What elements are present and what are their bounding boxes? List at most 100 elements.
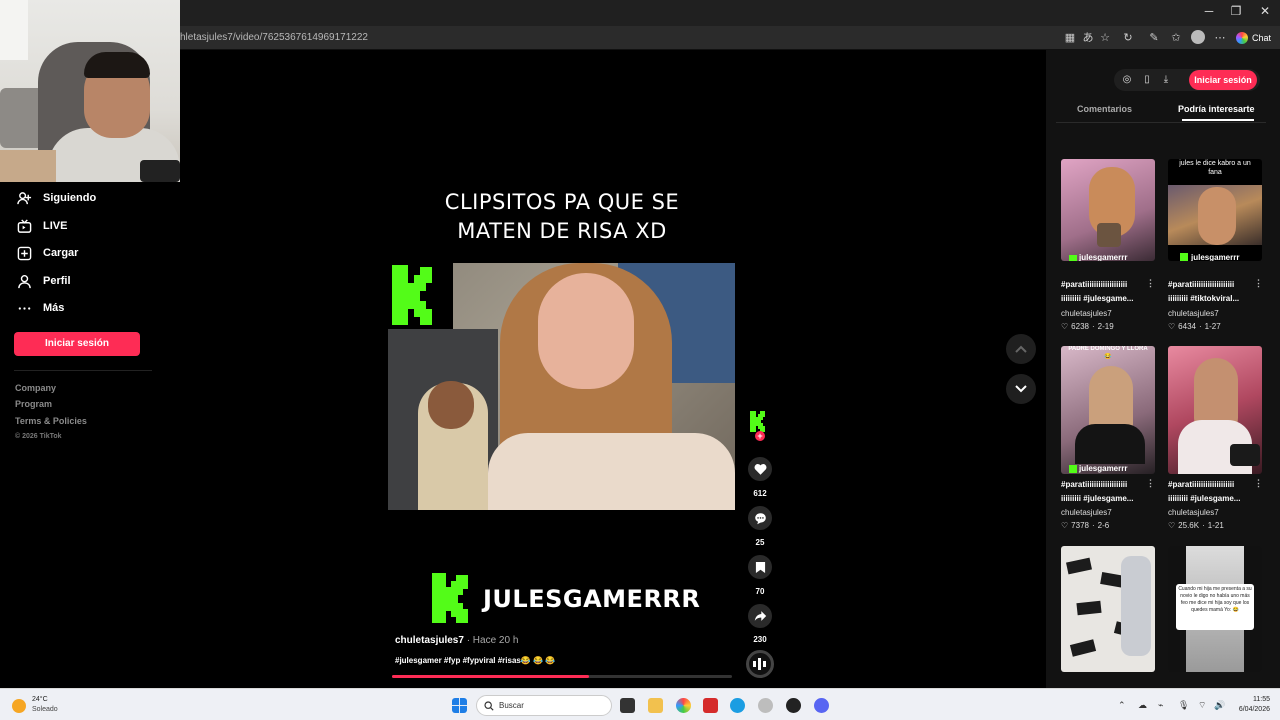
onedrive-icon[interactable]: ☁ xyxy=(1138,700,1147,711)
download-icon[interactable]: ⤓ xyxy=(1159,73,1173,87)
chevron-up-icon[interactable]: ⌃ xyxy=(1118,700,1126,711)
thumb-title[interactable]: iiiiiiiii #julesgame... xyxy=(1061,492,1159,505)
video-title-line: MATEN DE RISA XD xyxy=(457,219,667,243)
video-progress-bar[interactable] xyxy=(392,675,732,678)
thumb-overlay-text: PADRE DOMINGO Y LLORA😂 xyxy=(1068,346,1148,360)
music-disc-icon[interactable] xyxy=(746,650,774,678)
thumb-title[interactable]: iiiiiiiii #tiktokviral... xyxy=(1168,292,1266,305)
video-thumbnail[interactable]: PADRE DOMINGO Y LLORA😂 julesgamerrr xyxy=(1061,346,1155,474)
video-thumbnail[interactable]: Cuando mi hija me presenta a su novio le… xyxy=(1168,546,1262,672)
thumb-meta: ♡ 6434 · 1-27 xyxy=(1168,322,1221,331)
video-caption[interactable]: #julesgamer #fyp #fypviral #risas😂 😂 😂 xyxy=(395,656,555,665)
sidebar-item-perfil[interactable]: Perfil xyxy=(16,271,71,291)
sidebar-item-cargar[interactable]: Cargar xyxy=(16,243,78,263)
address-bar[interactable]: hletasjules7/video/7625367614969171222 ▦… xyxy=(0,26,1280,50)
sidebar-item-mas[interactable]: Más xyxy=(16,298,64,318)
edge-browser-icon[interactable] xyxy=(730,698,745,713)
thumb-date: 1-21 xyxy=(1207,521,1224,530)
favorite-star-icon[interactable]: ☆ xyxy=(1097,30,1113,46)
like-count: 612 xyxy=(753,489,767,498)
video-thumbnail[interactable] xyxy=(1061,546,1155,672)
volume-icon[interactable]: 🔊 xyxy=(1214,700,1225,711)
compass-icon[interactable]: ◎ xyxy=(1120,73,1134,87)
tab-comments[interactable]: Comentarios xyxy=(1077,104,1132,114)
thumb-shirt xyxy=(1075,424,1145,464)
thumb-title[interactable]: iiiiiiiii #julesgame... xyxy=(1168,492,1266,505)
thumb-title[interactable]: iiiiiiiii #julesgame... xyxy=(1061,292,1159,305)
thumb-user[interactable]: chuletasjules7 xyxy=(1061,309,1112,318)
like-button[interactable] xyxy=(748,457,772,481)
comment-icon xyxy=(754,512,766,524)
extensions-icon[interactable]: ✎ xyxy=(1146,30,1162,46)
previous-video-button[interactable] xyxy=(1006,334,1036,364)
thumb-watermark: julesgamerrr xyxy=(1079,464,1128,473)
video-thumbnail[interactable] xyxy=(1168,346,1262,474)
graduation-cap xyxy=(1069,639,1097,657)
video-author-line: chuletasjules7 · Hace 20 h xyxy=(395,635,518,646)
video-title: CLIPSITOS PA QUE SE MATEN DE RISA XD xyxy=(388,188,736,246)
channel-name-overlay: JULESGAMERRR xyxy=(483,585,701,613)
footer-link-company[interactable]: Company xyxy=(15,383,56,393)
wifi-icon[interactable]: ⌔ xyxy=(1198,700,1206,711)
footer-link-program[interactable]: Program xyxy=(15,399,52,409)
follow-plus-icon[interactable]: + xyxy=(755,431,765,441)
next-video-button[interactable] xyxy=(1006,374,1036,404)
sun-icon[interactable] xyxy=(12,699,26,713)
thumb-meta: ♡ 7378 · 2-6 xyxy=(1061,521,1109,530)
url-text[interactable]: hletasjules7/video/7625367614969171222 xyxy=(180,32,368,43)
login-button[interactable]: Iniciar sesión xyxy=(14,332,140,356)
wps-office-icon[interactable] xyxy=(703,698,718,713)
login-button[interactable]: Iniciar sesión xyxy=(1189,70,1257,90)
windows-start-icon[interactable] xyxy=(452,698,467,713)
grid-icon[interactable]: ▦ xyxy=(1062,30,1078,46)
author-handle[interactable]: chuletasjules7 xyxy=(395,635,464,646)
browser-menu-icon[interactable]: ⋯ xyxy=(1212,30,1228,46)
share-button[interactable] xyxy=(748,604,772,628)
comment-button[interactable] xyxy=(748,506,772,530)
system-clock[interactable]: 11:55 6/04/2026 xyxy=(1230,695,1270,715)
network-icon[interactable]: ⌁ xyxy=(1158,700,1163,711)
thumb-user[interactable]: chuletasjules7 xyxy=(1168,508,1219,517)
weather-description[interactable]: Soleado xyxy=(32,706,58,713)
minimize-icon[interactable]: ─ xyxy=(1194,4,1224,18)
video-thumbnail[interactable]: jules le dice kabro a un fana julesgamer… xyxy=(1168,159,1262,261)
sidebar-item-live[interactable]: LIVE xyxy=(16,216,67,236)
maximize-icon[interactable]: ❐ xyxy=(1221,4,1251,18)
thumb-dog xyxy=(1097,223,1121,247)
taskbar-search-input[interactable]: Buscar xyxy=(476,695,612,716)
thumb-likes: 6434 xyxy=(1178,322,1196,331)
meta-separator: · xyxy=(1091,322,1095,331)
more-options-icon[interactable]: ⋮ xyxy=(1146,278,1155,289)
copilot-app-icon[interactable] xyxy=(676,698,691,713)
thumb-title[interactable]: #paratiiiiiiiiiiiiiiiiiii xyxy=(1168,278,1266,291)
copilot-chat-button[interactable]: Chat xyxy=(1236,29,1271,46)
task-view-icon[interactable] xyxy=(620,698,635,713)
translate-icon[interactable]: あ xyxy=(1080,30,1096,46)
favorites-icon[interactable]: ✩ xyxy=(1168,30,1184,46)
refresh-extension-icon[interactable]: ↻ xyxy=(1120,30,1136,46)
browser-profile-icon[interactable] xyxy=(1191,30,1205,44)
more-options-icon[interactable]: ⋮ xyxy=(1146,478,1155,489)
weather-temperature[interactable]: 24°C xyxy=(32,696,48,703)
discord-icon[interactable] xyxy=(814,698,829,713)
save-button[interactable] xyxy=(748,555,772,579)
thumb-title[interactable]: #paratiiiiiiiiiiiiiiiiiii xyxy=(1168,478,1266,491)
obs-studio-icon[interactable] xyxy=(786,698,801,713)
footer-link-terms[interactable]: Terms & Policies xyxy=(15,416,87,426)
thumb-title[interactable]: #paratiiiiiiiiiiiiiiiiiii xyxy=(1061,478,1159,491)
close-icon[interactable]: ✕ xyxy=(1250,4,1280,18)
mobile-icon[interactable]: ▯ xyxy=(1140,73,1154,87)
more-options-icon[interactable]: ⋮ xyxy=(1254,478,1263,489)
thumb-title[interactable]: #paratiiiiiiiiiiiiiiiiiii xyxy=(1061,278,1159,291)
settings-app-icon[interactable] xyxy=(758,698,773,713)
woman-shirt xyxy=(488,433,735,510)
thumb-user[interactable]: chuletasjules7 xyxy=(1168,309,1219,318)
microphone-icon[interactable]: 🎙 xyxy=(1178,700,1189,711)
sidebar-item-siguiendo[interactable]: Siguiendo xyxy=(16,188,96,208)
thumb-user[interactable]: chuletasjules7 xyxy=(1061,508,1112,517)
more-options-icon[interactable]: ⋮ xyxy=(1254,278,1263,289)
post-time: · Hace 20 h xyxy=(466,635,519,646)
video-thumbnail[interactable]: julesgamerrr xyxy=(1061,159,1155,261)
tab-recommended[interactable]: Podría interesarte xyxy=(1178,104,1255,114)
file-explorer-icon[interactable] xyxy=(648,698,663,713)
